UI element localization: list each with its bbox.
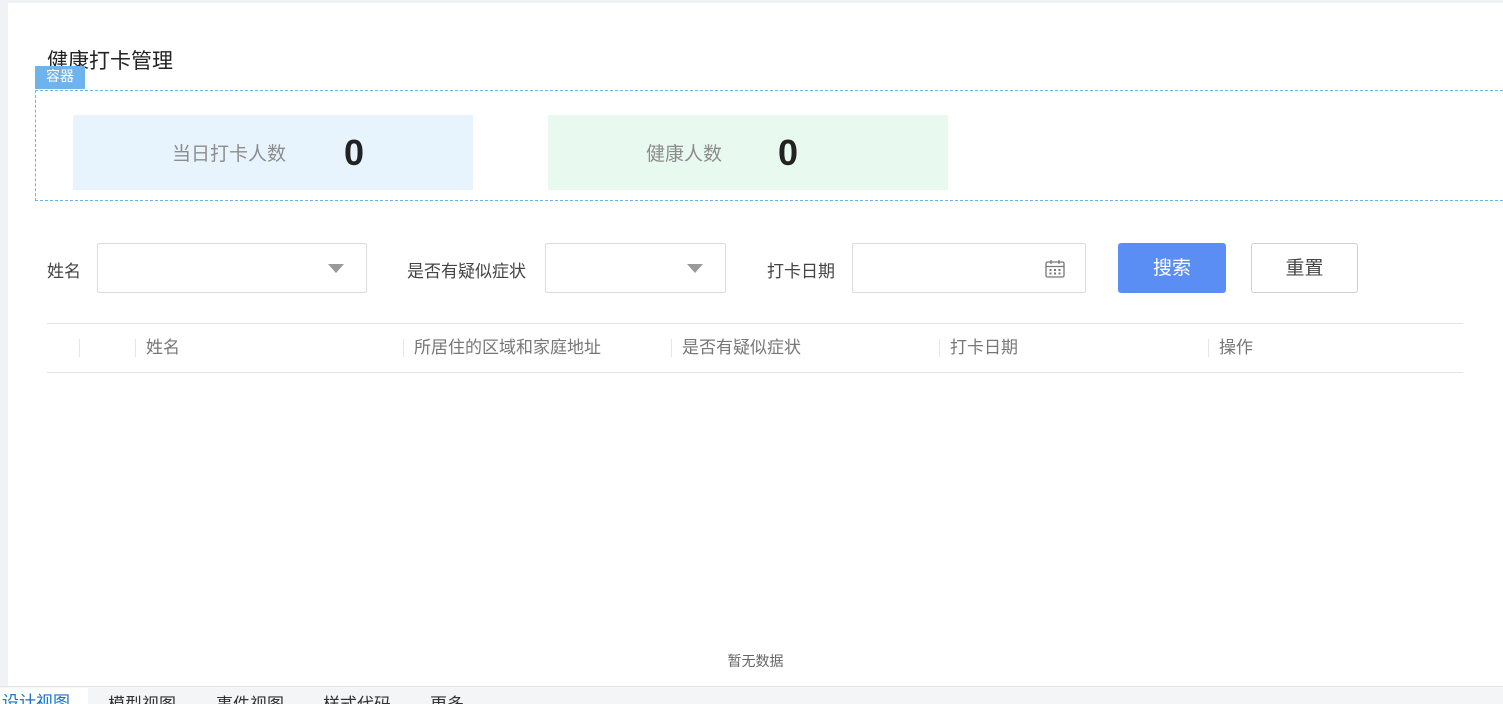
tab-design-view[interactable]: 设计视图 bbox=[0, 688, 88, 704]
symptom-filter-label: 是否有疑似症状 bbox=[407, 262, 526, 282]
chevron-down-icon bbox=[328, 264, 344, 273]
symptom-select[interactable] bbox=[545, 243, 726, 293]
bottom-view-tabs: 设计视图 模型视图 事件视图 样式代码 更多 bbox=[0, 686, 1503, 704]
column-header-date[interactable]: 打卡日期 bbox=[939, 339, 1018, 357]
name-select[interactable] bbox=[97, 243, 367, 293]
checkin-count-value: 0 bbox=[344, 131, 365, 173]
tab-more[interactable]: 更多 bbox=[430, 690, 464, 704]
tab-event-view[interactable]: 事件视图 bbox=[216, 690, 284, 704]
design-canvas: 健康打卡管理 容器 当日打卡人数 0 健康人数 0 姓名 是否有疑似症状 打卡日… bbox=[8, 3, 1503, 686]
tab-style-code[interactable]: 样式代码 bbox=[323, 690, 391, 704]
column-header-name[interactable]: 姓名 bbox=[135, 339, 180, 357]
chevron-down-icon bbox=[687, 264, 703, 273]
healthy-count-value: 0 bbox=[778, 131, 799, 173]
name-filter-label: 姓名 bbox=[47, 262, 81, 282]
date-filter-label: 打卡日期 bbox=[767, 262, 835, 282]
column-separator bbox=[79, 339, 80, 357]
search-button[interactable]: 搜索 bbox=[1118, 243, 1226, 293]
healthy-count-card: 健康人数 0 bbox=[548, 115, 948, 190]
date-picker-input[interactable] bbox=[852, 243, 1086, 293]
reset-button[interactable]: 重置 bbox=[1251, 243, 1358, 293]
checkin-count-label: 当日打卡人数 bbox=[172, 143, 287, 165]
calendar-icon[interactable] bbox=[1045, 259, 1065, 278]
column-header-actions[interactable]: 操作 bbox=[1208, 339, 1253, 357]
container-tag[interactable]: 容器 bbox=[35, 66, 85, 89]
tab-model-view[interactable]: 模型视图 bbox=[108, 690, 176, 704]
empty-state-text: 暂无数据 bbox=[727, 654, 784, 670]
column-header-symptom[interactable]: 是否有疑似症状 bbox=[671, 339, 801, 357]
healthy-count-label: 健康人数 bbox=[646, 143, 723, 165]
table-header: 姓名 所居住的区域和家庭地址 是否有疑似症状 打卡日期 操作 bbox=[47, 323, 1463, 373]
column-header-address[interactable]: 所居住的区域和家庭地址 bbox=[403, 339, 601, 357]
checkin-count-card: 当日打卡人数 0 bbox=[73, 115, 473, 190]
